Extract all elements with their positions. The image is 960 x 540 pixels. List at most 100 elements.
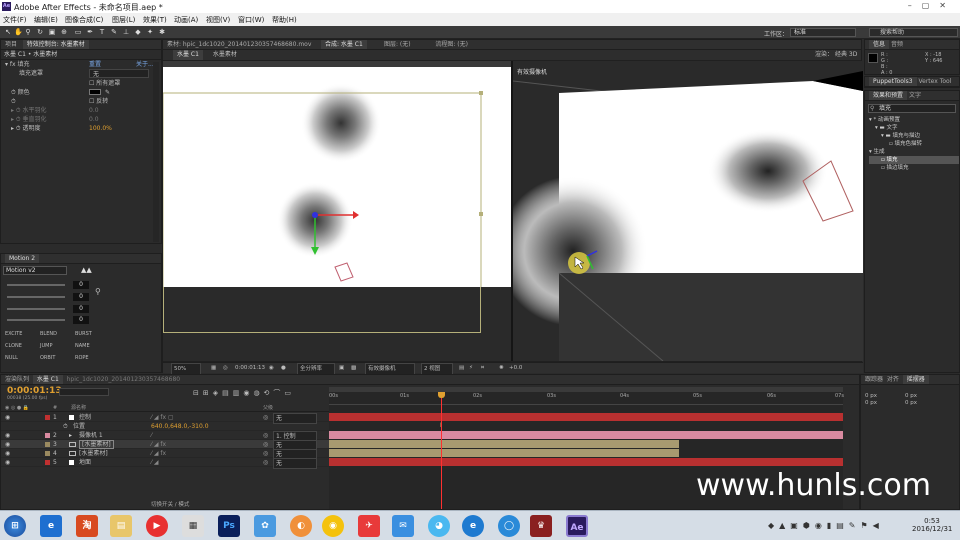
tab-puppet-tools[interactable]: PuppetTools3: [869, 77, 917, 86]
notepad-icon[interactable]: ▦: [182, 515, 204, 537]
tab-info[interactable]: 信息: [869, 40, 890, 49]
motion-value-1[interactable]: 0: [73, 281, 89, 289]
minimize-icon[interactable]: –: [908, 1, 922, 10]
position-property-row[interactable]: ⏱ 位置 640.0,648.0,-310.0: [1, 422, 329, 431]
tab-layer[interactable]: 图层: (无): [384, 41, 411, 48]
menu-composition[interactable]: 图像合成(C): [65, 15, 103, 25]
exposure-value[interactable]: +0.0: [509, 363, 522, 373]
brush-tool-icon[interactable]: ✎: [110, 28, 118, 36]
label-color[interactable]: [45, 433, 50, 438]
motion-version-select[interactable]: Motion v2: [3, 266, 67, 275]
qq-icon[interactable]: ◕: [428, 515, 450, 537]
tab-render-queue[interactable]: 渲染队列: [5, 376, 29, 383]
current-time-display[interactable]: 0:00:01:13: [235, 363, 265, 373]
motion-value-4[interactable]: 0: [73, 316, 89, 324]
layer-bar-1[interactable]: [329, 413, 843, 421]
layer-bar-3[interactable]: [329, 440, 679, 448]
fx-tree-stroke-fill[interactable]: ▫ 描边填充: [869, 164, 959, 172]
position-value[interactable]: 640.0,648.0,-310.0: [151, 422, 209, 431]
clone-button[interactable]: CLONE: [5, 340, 40, 352]
eraser-tool-icon[interactable]: ◆: [134, 28, 142, 36]
flowchart-icon[interactable]: ⌗: [481, 363, 484, 373]
visibility-icon[interactable]: ◉: [5, 449, 10, 458]
vertical-feather-value[interactable]: 0.0: [89, 115, 99, 124]
timeline-switches[interactable]: ⊟⊞◈▤▥◉◍⟲⌒▭: [193, 388, 295, 398]
bounds-handle-tr[interactable]: [479, 91, 483, 95]
bounds-handle-r[interactable]: [479, 212, 483, 216]
layer-name[interactable]: 控制: [79, 413, 91, 422]
eyedropper-icon[interactable]: ✎: [105, 88, 110, 97]
help-search-input[interactable]: 搜索帮助: [869, 28, 958, 37]
file-explorer-icon[interactable]: ▤: [110, 515, 132, 537]
toggle-pixel-icon[interactable]: ▤: [459, 363, 464, 373]
burst-button[interactable]: BURST: [75, 328, 110, 340]
layer-row-4[interactable]: ◉ 4 [水墨素材] ⁄ ◢ fx ◎ 无: [1, 449, 329, 460]
fill-mask-select[interactable]: 无: [89, 69, 149, 78]
all-masks-checkbox[interactable]: ☐ 所有遮罩: [89, 79, 120, 88]
clone-tool-icon[interactable]: ⊥: [122, 28, 130, 36]
layer-switches[interactable]: ⁄: [151, 431, 152, 440]
label-color[interactable]: [45, 451, 50, 456]
fx-tree-generate[interactable]: ▾ 生成: [869, 148, 959, 156]
about-link[interactable]: 关于...: [136, 61, 154, 68]
rotate-tool-icon[interactable]: ↻: [36, 28, 44, 36]
label-color[interactable]: [45, 415, 50, 420]
align-value[interactable]: 0 px: [905, 400, 917, 407]
motion-value-2[interactable]: 0: [73, 293, 89, 301]
left-view-canvas[interactable]: [163, 67, 511, 287]
timecode-display[interactable]: 0:00:01:13: [7, 386, 62, 396]
fx-tree-text[interactable]: ▾ ▬ 文字: [869, 124, 959, 132]
transparency-icon[interactable]: ▩: [351, 363, 356, 373]
tab-timeline-comp[interactable]: 水墨 C1: [32, 375, 63, 384]
layer-switches[interactable]: ⁄ ◢ fx ▢: [151, 413, 174, 422]
camera-tool-icon[interactable]: ▣: [48, 28, 56, 36]
tab-footage[interactable]: 素材: hpic_1dc1020_201401230357468680.mov: [167, 41, 311, 48]
fx-tree-fill-item[interactable]: ▫ 填充色描转: [869, 140, 959, 148]
tab-composition[interactable]: 合成: 水墨 C1: [320, 40, 367, 49]
toggle-switches-modes[interactable]: 切换开关 / 模式: [151, 500, 189, 508]
visibility-icon[interactable]: ◉: [5, 440, 10, 449]
pan-behind-tool-icon[interactable]: ⊕: [60, 28, 68, 36]
right-view[interactable]: 有效摄像机: [513, 61, 863, 361]
parent-pickwhip-icon[interactable]: ◎: [263, 449, 268, 458]
menu-file[interactable]: 文件(F): [3, 15, 27, 25]
layer-search-input[interactable]: [59, 388, 109, 396]
align-value[interactable]: 0 px: [905, 393, 917, 400]
after-effects-taskbar-icon[interactable]: Ae: [566, 515, 588, 537]
system-tray-icons[interactable]: ◆▲▣⬢◉▮▤✎⚑◀: [768, 521, 884, 530]
layer-bar-4[interactable]: [329, 449, 679, 457]
motion-slider-3[interactable]: [7, 308, 65, 310]
orbit-button[interactable]: ORBIT: [40, 352, 75, 364]
layer-row-5[interactable]: ◉ 5 地面 ⁄ ◢ ◎ 无: [1, 458, 329, 469]
playhead[interactable]: [441, 393, 442, 509]
fx-tree-presets[interactable]: ▾ * 动画预置: [869, 116, 959, 124]
label-color[interactable]: [45, 460, 50, 465]
tab-project[interactable]: 项目: [5, 41, 17, 48]
right-view-canvas[interactable]: [513, 61, 863, 361]
grid-icon[interactable]: ▦: [211, 363, 216, 373]
effect-fill-header[interactable]: ▾ fx 填充: [5, 60, 30, 69]
selection-tool-icon[interactable]: ↖: [4, 28, 12, 36]
fx-tree-fill-stroke[interactable]: ▾ ▬ 填充与描边: [869, 132, 959, 140]
tab-vertex-tool[interactable]: Vertex Tool: [919, 78, 952, 85]
fx-search-input[interactable]: 填充: [868, 104, 956, 113]
time-ruler[interactable]: 00s 01s 02s 03s 04s 05s 06s 07s: [329, 393, 844, 405]
media-player-icon[interactable]: ▶: [146, 515, 168, 537]
tab-motion[interactable]: Motion 2: [5, 254, 40, 263]
parent-pickwhip-icon[interactable]: ◎: [263, 413, 268, 422]
chrome-icon[interactable]: ◉: [322, 515, 344, 537]
parent-select[interactable]: 无: [273, 458, 317, 469]
tab-effect-controls[interactable]: 特效控制台: 水墨素材: [22, 40, 89, 49]
tab-flowchart[interactable]: 流程图: (无): [435, 41, 468, 48]
parent-pickwhip-icon[interactable]: ◎: [263, 458, 268, 467]
rectangle-tool-icon[interactable]: ▭: [74, 28, 82, 36]
layer-row-1[interactable]: ◉ 1 控制 ⁄ ◢ fx ▢ ◎ 无: [1, 413, 329, 424]
jump-button[interactable]: JUMP: [40, 340, 75, 352]
start-button-icon[interactable]: ⊞: [4, 515, 26, 537]
layer-row-3[interactable]: ◉ 3 [水墨素材] ⁄ ◢ fx ◎ 无: [1, 440, 329, 451]
layer-switches[interactable]: ⁄ ◢: [151, 458, 159, 467]
tab-audio[interactable]: 音频: [891, 41, 903, 48]
zoom-tool-icon[interactable]: ⚲: [24, 28, 32, 36]
left-view[interactable]: [163, 61, 511, 361]
label-color[interactable]: [45, 442, 50, 447]
